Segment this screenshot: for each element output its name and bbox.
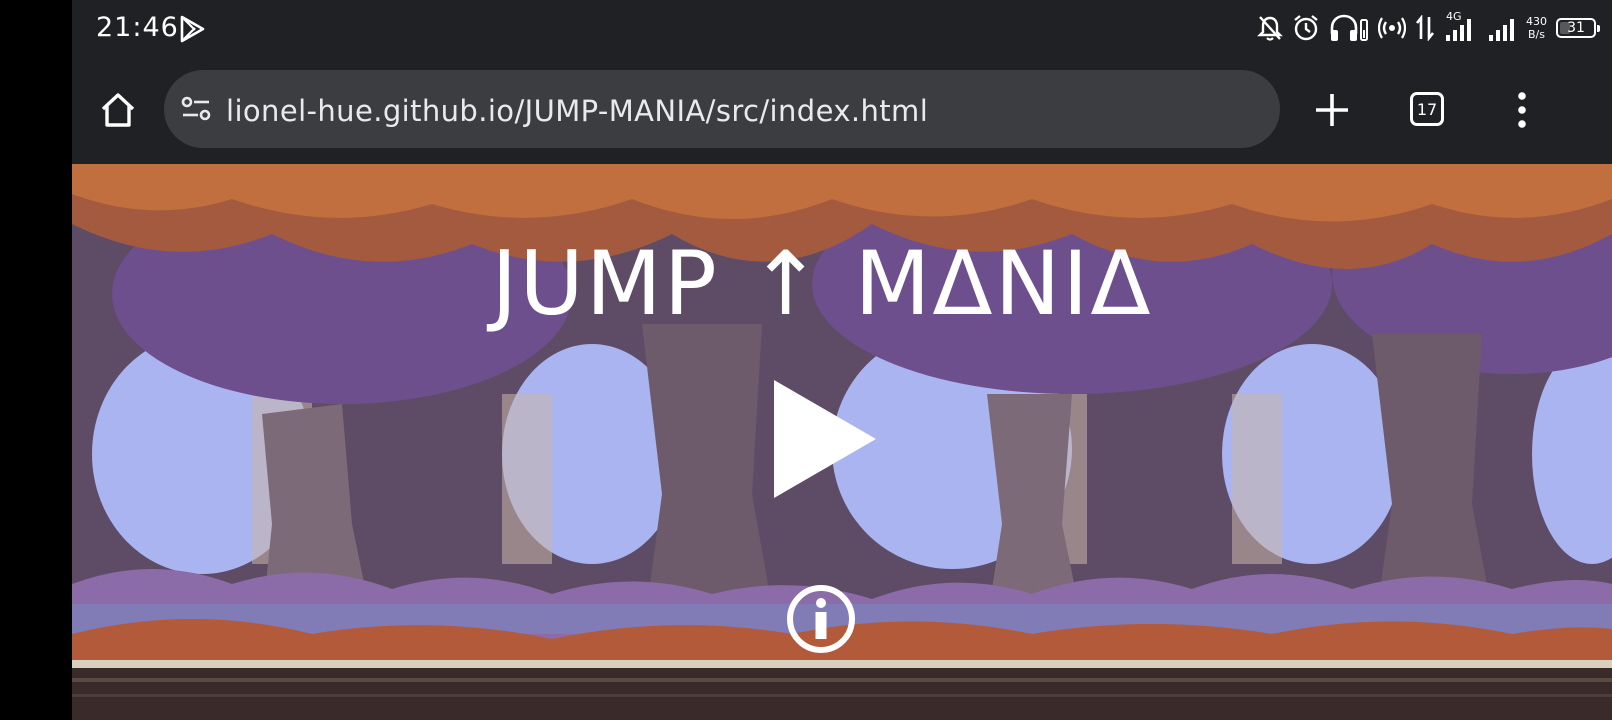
- browser-toolbar: lionel-hue.github.io/JUMP-MANIA/src/inde…: [72, 56, 1612, 164]
- game-canvas: JUMP ↑ MΔNIΔ: [72, 164, 1612, 720]
- url-text[interactable]: lionel-hue.github.io/JUMP-MANIA/src/inde…: [226, 94, 928, 128]
- more-vert-icon[interactable]: [1512, 90, 1532, 130]
- alarm-icon: [1294, 15, 1318, 41]
- net-speed-unit: B/s: [1528, 28, 1545, 41]
- status-icons: 4G 430 B/s 31: [1257, 10, 1600, 46]
- play-store-icon: [180, 15, 205, 43]
- net-speed: 430 B/s: [1526, 15, 1547, 41]
- address-bar[interactable]: lionel-hue.github.io/JUMP-MANIA/src/inde…: [164, 70, 1280, 148]
- phone-screen: 21:46 4G 430 B/s 31 lionel-hue.github.io…: [72, 0, 1612, 720]
- play-icon[interactable]: [772, 378, 878, 500]
- battery-level: 31: [1567, 20, 1585, 36]
- signal-icon: 4G: [1444, 10, 1478, 43]
- tab-count: 17: [1416, 99, 1438, 119]
- site-info-icon[interactable]: [180, 94, 212, 124]
- headset-icon: [1330, 14, 1368, 41]
- notifications-muted-icon: [1257, 16, 1283, 41]
- signal-icon-2: [1489, 19, 1514, 41]
- screen: 21:46 4G 430 B/s 31 lionel-hue.github.io…: [0, 0, 1612, 720]
- info-icon[interactable]: [786, 584, 856, 654]
- status-bar: 21:46 4G 430 B/s 31: [72, 0, 1612, 56]
- home-icon[interactable]: [98, 90, 138, 130]
- data-transfer-icon: [1415, 15, 1435, 41]
- tabs-icon[interactable]: 17: [1410, 92, 1444, 126]
- game-title: JUMP ↑ MΔNIΔ: [491, 232, 1153, 335]
- battery-icon: 31: [1556, 18, 1600, 38]
- left-black-bar: [0, 0, 72, 720]
- status-time: 21:46: [96, 12, 179, 43]
- net-speed-value: 430: [1526, 15, 1547, 28]
- plus-icon[interactable]: [1312, 90, 1352, 130]
- hotspot-icon: [1378, 17, 1406, 39]
